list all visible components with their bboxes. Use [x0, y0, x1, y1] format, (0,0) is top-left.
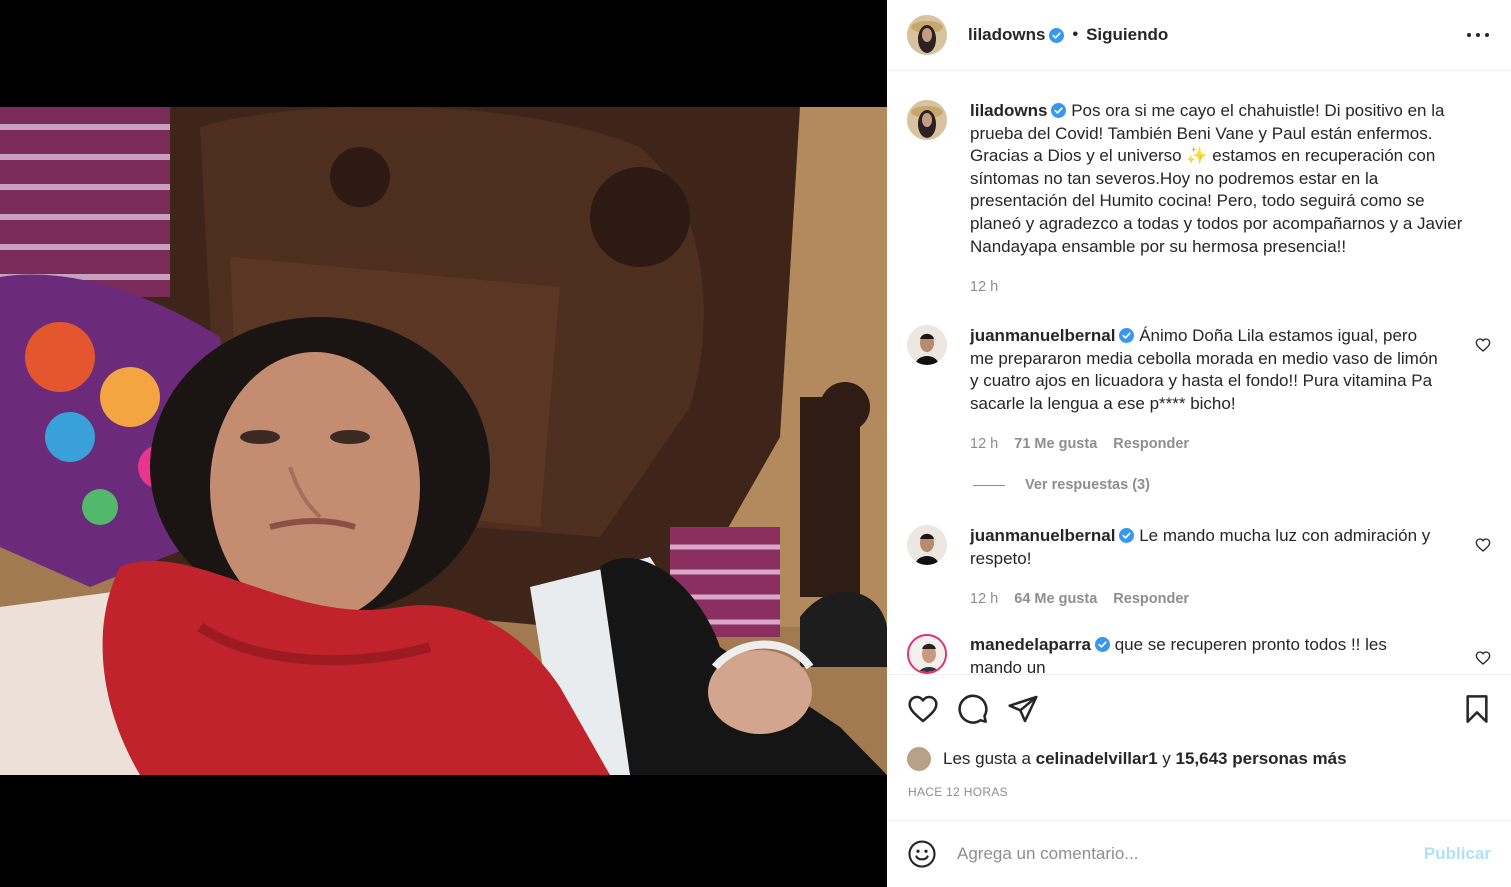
bookmark-button[interactable]: [1461, 693, 1493, 725]
commenter-avatar[interactable]: [907, 325, 947, 365]
caption-username[interactable]: liladowns: [970, 101, 1047, 120]
comment-item: manedelaparra que se recuperen pronto to…: [907, 634, 1491, 674]
post-photo[interactable]: [0, 107, 887, 775]
view-replies-button[interactable]: Ver respuestas (3): [973, 477, 1150, 493]
post-header: liladowns • Siguiendo: [887, 0, 1511, 71]
caption-meta: 12 h: [970, 276, 1476, 299]
likes-prefix: Les gusta a: [943, 749, 1031, 768]
commenter-avatar[interactable]: [907, 525, 947, 565]
comment-username[interactable]: manedelaparra: [970, 635, 1091, 654]
verified-icon: [1119, 528, 1135, 543]
comment-body: juanmanuelbernal Ánimo Doña Lila estamos…: [970, 325, 1440, 456]
author-avatar-image: [907, 100, 947, 140]
selfie-photo-illustration: [0, 107, 887, 775]
emoji-icon[interactable]: [907, 839, 937, 869]
likes-summary: Les gusta a celinadelvillar1 y 15,643 pe…: [907, 747, 1347, 771]
author-avatar[interactable]: [907, 15, 947, 55]
verified-icon: [1119, 328, 1135, 343]
post-time-ago[interactable]: HACE 12 HORAS: [908, 785, 1008, 799]
liker-username[interactable]: celinadelvillar1: [1036, 749, 1158, 769]
view-replies-label[interactable]: Ver respuestas (3): [1025, 477, 1150, 493]
comment-icon[interactable]: [957, 693, 989, 725]
commenter-avatar[interactable]: [907, 634, 947, 674]
comment-time[interactable]: 12 h: [970, 591, 998, 607]
post-side-panel: liladowns • Siguiendo liladowns Pos ora …: [887, 0, 1511, 887]
action-buttons: [907, 693, 1039, 725]
commenter-avatar-image: [907, 325, 947, 365]
likes-others[interactable]: 15,643 personas más: [1176, 749, 1347, 769]
liker-avatar[interactable]: [907, 747, 931, 771]
post-actions: Les gusta a celinadelvillar1 y 15,643 pe…: [887, 674, 1511, 820]
commenter-avatar-image: [907, 525, 947, 565]
commenter-avatar-image: [909, 636, 945, 672]
publish-button[interactable]: Publicar: [1424, 844, 1491, 864]
reply-button[interactable]: Responder: [1113, 436, 1189, 452]
replies-divider: [973, 484, 1005, 486]
heart-icon[interactable]: [1475, 337, 1491, 353]
comment-username[interactable]: juanmanuelbernal: [970, 526, 1115, 545]
separator-dot: •: [1072, 26, 1079, 43]
comment-input[interactable]: [957, 844, 1407, 864]
comment-time[interactable]: 12 h: [970, 436, 998, 452]
verified-icon: [1049, 27, 1065, 43]
following-button[interactable]: Siguiendo: [1086, 25, 1168, 45]
verified-icon: [1051, 103, 1067, 118]
bookmark-icon[interactable]: [1461, 693, 1493, 725]
comment-meta: 12 h 71 Me gusta Responder: [970, 433, 1440, 456]
caption-body: liladowns Pos ora si me cayo el chahuist…: [970, 100, 1476, 299]
reply-button[interactable]: Responder: [1113, 591, 1189, 607]
author-avatar[interactable]: [907, 100, 947, 140]
add-comment-bar: Publicar: [887, 820, 1511, 887]
comment-item: juanmanuelbernal Le mando mucha luz con …: [907, 525, 1491, 611]
comment-likes[interactable]: 64 Me gusta: [1014, 591, 1097, 607]
caption-entry: liladowns Pos ora si me cayo el chahuist…: [907, 100, 1491, 299]
author-avatar-image: [907, 15, 947, 55]
verified-icon: [1094, 637, 1110, 652]
heart-icon[interactable]: [907, 693, 939, 725]
author-username[interactable]: liladowns: [968, 25, 1045, 45]
comment-body: manedelaparra que se recuperen pronto to…: [970, 634, 1440, 674]
caption-text: Pos ora si me cayo el chahuistle! Di pos…: [970, 101, 1463, 256]
comments-list[interactable]: liladowns Pos ora si me cayo el chahuist…: [887, 72, 1511, 674]
comment-username[interactable]: juanmanuelbernal: [970, 326, 1115, 345]
post-media[interactable]: [0, 0, 887, 887]
more-icon[interactable]: [1467, 24, 1489, 46]
share-icon[interactable]: [1007, 693, 1039, 725]
likes-connector: y: [1162, 749, 1171, 768]
comment-item: juanmanuelbernal Ánimo Doña Lila estamos…: [907, 325, 1491, 456]
comment-meta: 12 h 64 Me gusta Responder: [970, 588, 1440, 611]
heart-icon[interactable]: [1475, 537, 1491, 553]
comment-likes[interactable]: 71 Me gusta: [1014, 436, 1097, 452]
caption-time[interactable]: 12 h: [970, 279, 998, 295]
comment-body: juanmanuelbernal Le mando mucha luz con …: [970, 525, 1440, 611]
heart-icon[interactable]: [1475, 650, 1491, 666]
